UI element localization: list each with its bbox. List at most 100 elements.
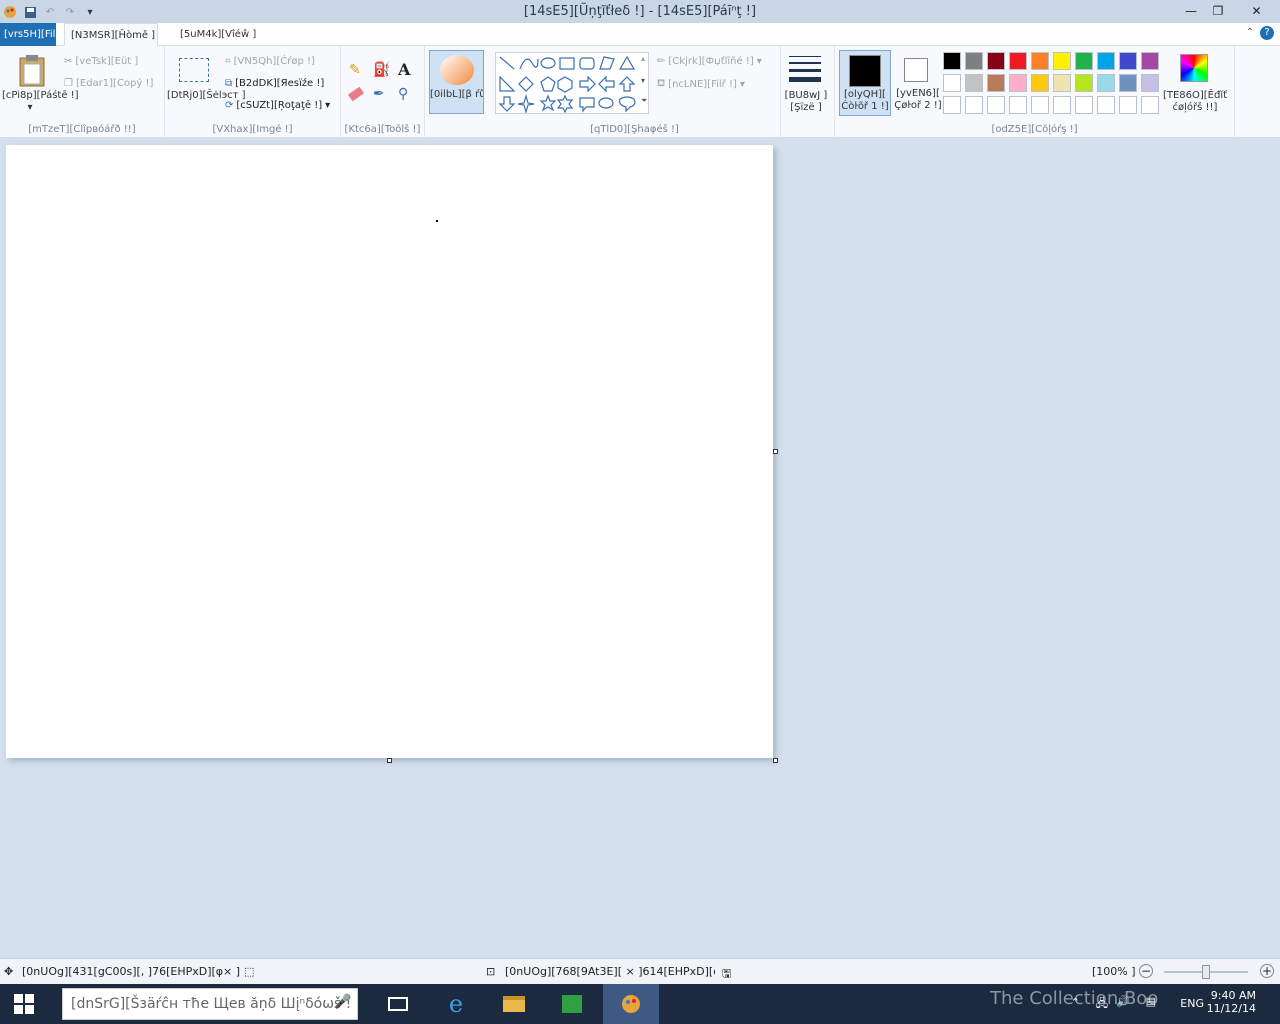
palette-swatch[interactable]	[943, 74, 961, 92]
palette-swatch[interactable]	[1097, 74, 1115, 92]
palette-swatch[interactable]	[1053, 96, 1071, 114]
network-icon[interactable]: 🖧	[1096, 995, 1108, 1014]
resize-button[interactable]: ⧉ [B2dDK][Яеsïźе !]	[225, 78, 324, 89]
outline-button[interactable]: ✏ [Ckjrk][Фџťlĩňé !] ▾	[657, 56, 762, 67]
paste-dropdown-icon[interactable]: ▾	[2, 102, 58, 114]
palette-swatch[interactable]	[943, 96, 961, 114]
rotate-button[interactable]: ⟳ [cSUZt][Ŗoţaţē !] ▾	[225, 100, 330, 111]
shapes-scroll-up-icon[interactable]: ▴	[641, 54, 645, 63]
palette-swatch[interactable]	[1141, 52, 1159, 70]
palette-swatch[interactable]	[1075, 52, 1093, 70]
eraser-icon[interactable]	[347, 86, 365, 102]
palette-swatch[interactable]	[965, 96, 983, 114]
palette-swatch[interactable]	[943, 52, 961, 70]
color-picker-icon[interactable]: ✒	[373, 86, 385, 102]
zoom-slider-thumb[interactable]	[1202, 965, 1210, 979]
paint-app-icon[interactable]	[0, 3, 20, 21]
cut-button[interactable]: ✂ [veTsk][Eüt ]	[64, 56, 138, 67]
canvas-area[interactable]	[0, 138, 1280, 958]
shapes-expand-icon[interactable]: ⏷	[641, 96, 647, 106]
color2-button[interactable]: [yvEN6][ Çøŀoř 2 !]	[893, 50, 943, 116]
fill-bucket-icon[interactable]: ⛽	[373, 62, 390, 78]
magnifier-icon[interactable]: ⚲	[398, 86, 408, 102]
paint-taskbar-icon[interactable]	[603, 984, 659, 1024]
fill-button[interactable]: ⛾ [ncLNE][Filř !] ▾	[657, 78, 745, 91]
select-button[interactable]: [DtRj0][Šėlэcт ]	[167, 90, 246, 102]
palette-swatch[interactable]	[987, 74, 1005, 92]
palette-swatch[interactable]	[987, 96, 1005, 114]
size-icon[interactable]	[789, 56, 821, 82]
tab-view[interactable]: [5uM4k][Vîéŵ ]	[176, 23, 266, 46]
pencil-icon[interactable]: ✎	[349, 62, 361, 78]
copy-button[interactable]: ❐ [Edar1][Copý !]	[64, 78, 153, 89]
file-explorer-icon[interactable]	[490, 984, 538, 1024]
palette-swatch[interactable]	[1031, 52, 1049, 70]
size-button[interactable]: [BU8wJ ][Şïzë ]	[781, 90, 831, 114]
edit-colors-button[interactable]: [TE86O][Ēđĭť ćøļóřš !!]	[1162, 90, 1228, 114]
collapse-ribbon-icon[interactable]: ⌃	[1246, 27, 1254, 38]
palette-swatch[interactable]	[1097, 52, 1115, 70]
undo-icon[interactable]: ↶	[40, 3, 60, 21]
palette-swatch[interactable]	[1031, 74, 1049, 92]
brushes-label: [0ilbL][β ŕůšђеš !]	[430, 89, 483, 100]
minimize-button[interactable]: —	[1176, 0, 1206, 21]
clipboard-group-label: [mTzeT][Clîpвóářð !!]	[28, 124, 136, 135]
palette-swatch[interactable]	[1009, 52, 1027, 70]
volume-icon[interactable]: 🔊	[1116, 995, 1130, 1008]
select-icon[interactable]	[179, 58, 209, 82]
palette-swatch[interactable]	[1053, 52, 1071, 70]
shapes-scroll-down-icon[interactable]: ▾	[641, 76, 645, 85]
palette-swatch[interactable]	[1097, 96, 1115, 114]
redo-icon[interactable]: ↷	[60, 3, 80, 21]
zoom-in-button[interactable]: +	[1260, 964, 1274, 978]
color1-button[interactable]: [olyQH][ Ćòŀõř 1 !]	[839, 50, 891, 116]
tab-home[interactable]: [N3MSR][Ĥòmě ]	[64, 23, 158, 46]
tray-chevron-icon[interactable]: ⌃	[1071, 996, 1080, 1009]
palette-swatch[interactable]	[1119, 96, 1137, 114]
notifications-icon[interactable]: ▤	[1146, 995, 1156, 1008]
palette-swatch[interactable]	[965, 74, 983, 92]
palette-swatch[interactable]	[1141, 74, 1159, 92]
resize-handle-bottom[interactable]	[387, 758, 392, 763]
microphone-icon[interactable]: 🎤	[334, 994, 351, 1010]
start-button[interactable]	[0, 984, 48, 1024]
internet-explorer-icon[interactable]: e	[432, 984, 480, 1024]
text-tool-icon[interactable]: A	[398, 60, 410, 79]
palette-swatch[interactable]	[1141, 96, 1159, 114]
palette-swatch[interactable]	[1031, 96, 1049, 114]
zoom-slider[interactable]	[1164, 965, 1248, 979]
paste-button[interactable]: [cPi8p][Páśtē !]	[2, 90, 79, 102]
edit-colors-icon[interactable]	[1180, 54, 1208, 82]
resize-handle-corner[interactable]	[773, 758, 778, 763]
palette-swatch[interactable]	[1009, 74, 1027, 92]
save-icon[interactable]	[20, 3, 40, 21]
paste-icon[interactable]	[18, 54, 46, 91]
palette-swatch[interactable]	[1009, 96, 1027, 114]
palette-swatch[interactable]	[1075, 96, 1093, 114]
search-box[interactable]: [dnSrG][Šзäŕĉн тħе Щев ăņδ Шįⁿδóωš !	[62, 988, 358, 1020]
ribbon-tabs: [vrs5H][Filë ] [N3MSR][Ĥòmě ] [5uM4k][Vî…	[0, 23, 1280, 46]
customize-qat-icon[interactable]: ▾	[80, 3, 100, 21]
palette-swatch[interactable]	[965, 52, 983, 70]
palette-swatch[interactable]	[987, 52, 1005, 70]
palette-swatch[interactable]	[1075, 74, 1093, 92]
resize-handle-right[interactable]	[773, 449, 778, 454]
disk-icon: 🖫	[722, 967, 732, 980]
help-icon[interactable]: ?	[1260, 26, 1274, 40]
clock[interactable]: 9:40 AM 11/12/14	[1207, 989, 1256, 1015]
palette-swatch[interactable]	[1119, 74, 1137, 92]
zoom-out-button[interactable]: −	[1139, 964, 1153, 978]
crop-button[interactable]: ⌗ [VN5Qh][Ćŕøp !]	[225, 56, 315, 67]
language-indicator[interactable]: ENG	[1180, 997, 1204, 1010]
drawing-canvas[interactable]	[6, 145, 773, 758]
tab-file[interactable]: [vrs5H][Filë ]	[0, 23, 56, 46]
ribbon: [cPi8p][Páśtē !] ▾ ✂ [veTsk][Eüt ] ❐ [Edar…	[0, 46, 1280, 138]
shapes-gallery[interactable]	[495, 52, 649, 115]
maximize-button[interactable]: ❐	[1203, 0, 1233, 21]
task-view-icon[interactable]	[374, 984, 422, 1024]
store-icon[interactable]	[548, 984, 596, 1024]
palette-swatch[interactable]	[1119, 52, 1137, 70]
palette-swatch[interactable]	[1053, 74, 1071, 92]
close-button[interactable]: ✕	[1233, 0, 1280, 21]
brushes-button[interactable]: [0ilbL][β ŕůšђеš !]	[429, 50, 484, 114]
